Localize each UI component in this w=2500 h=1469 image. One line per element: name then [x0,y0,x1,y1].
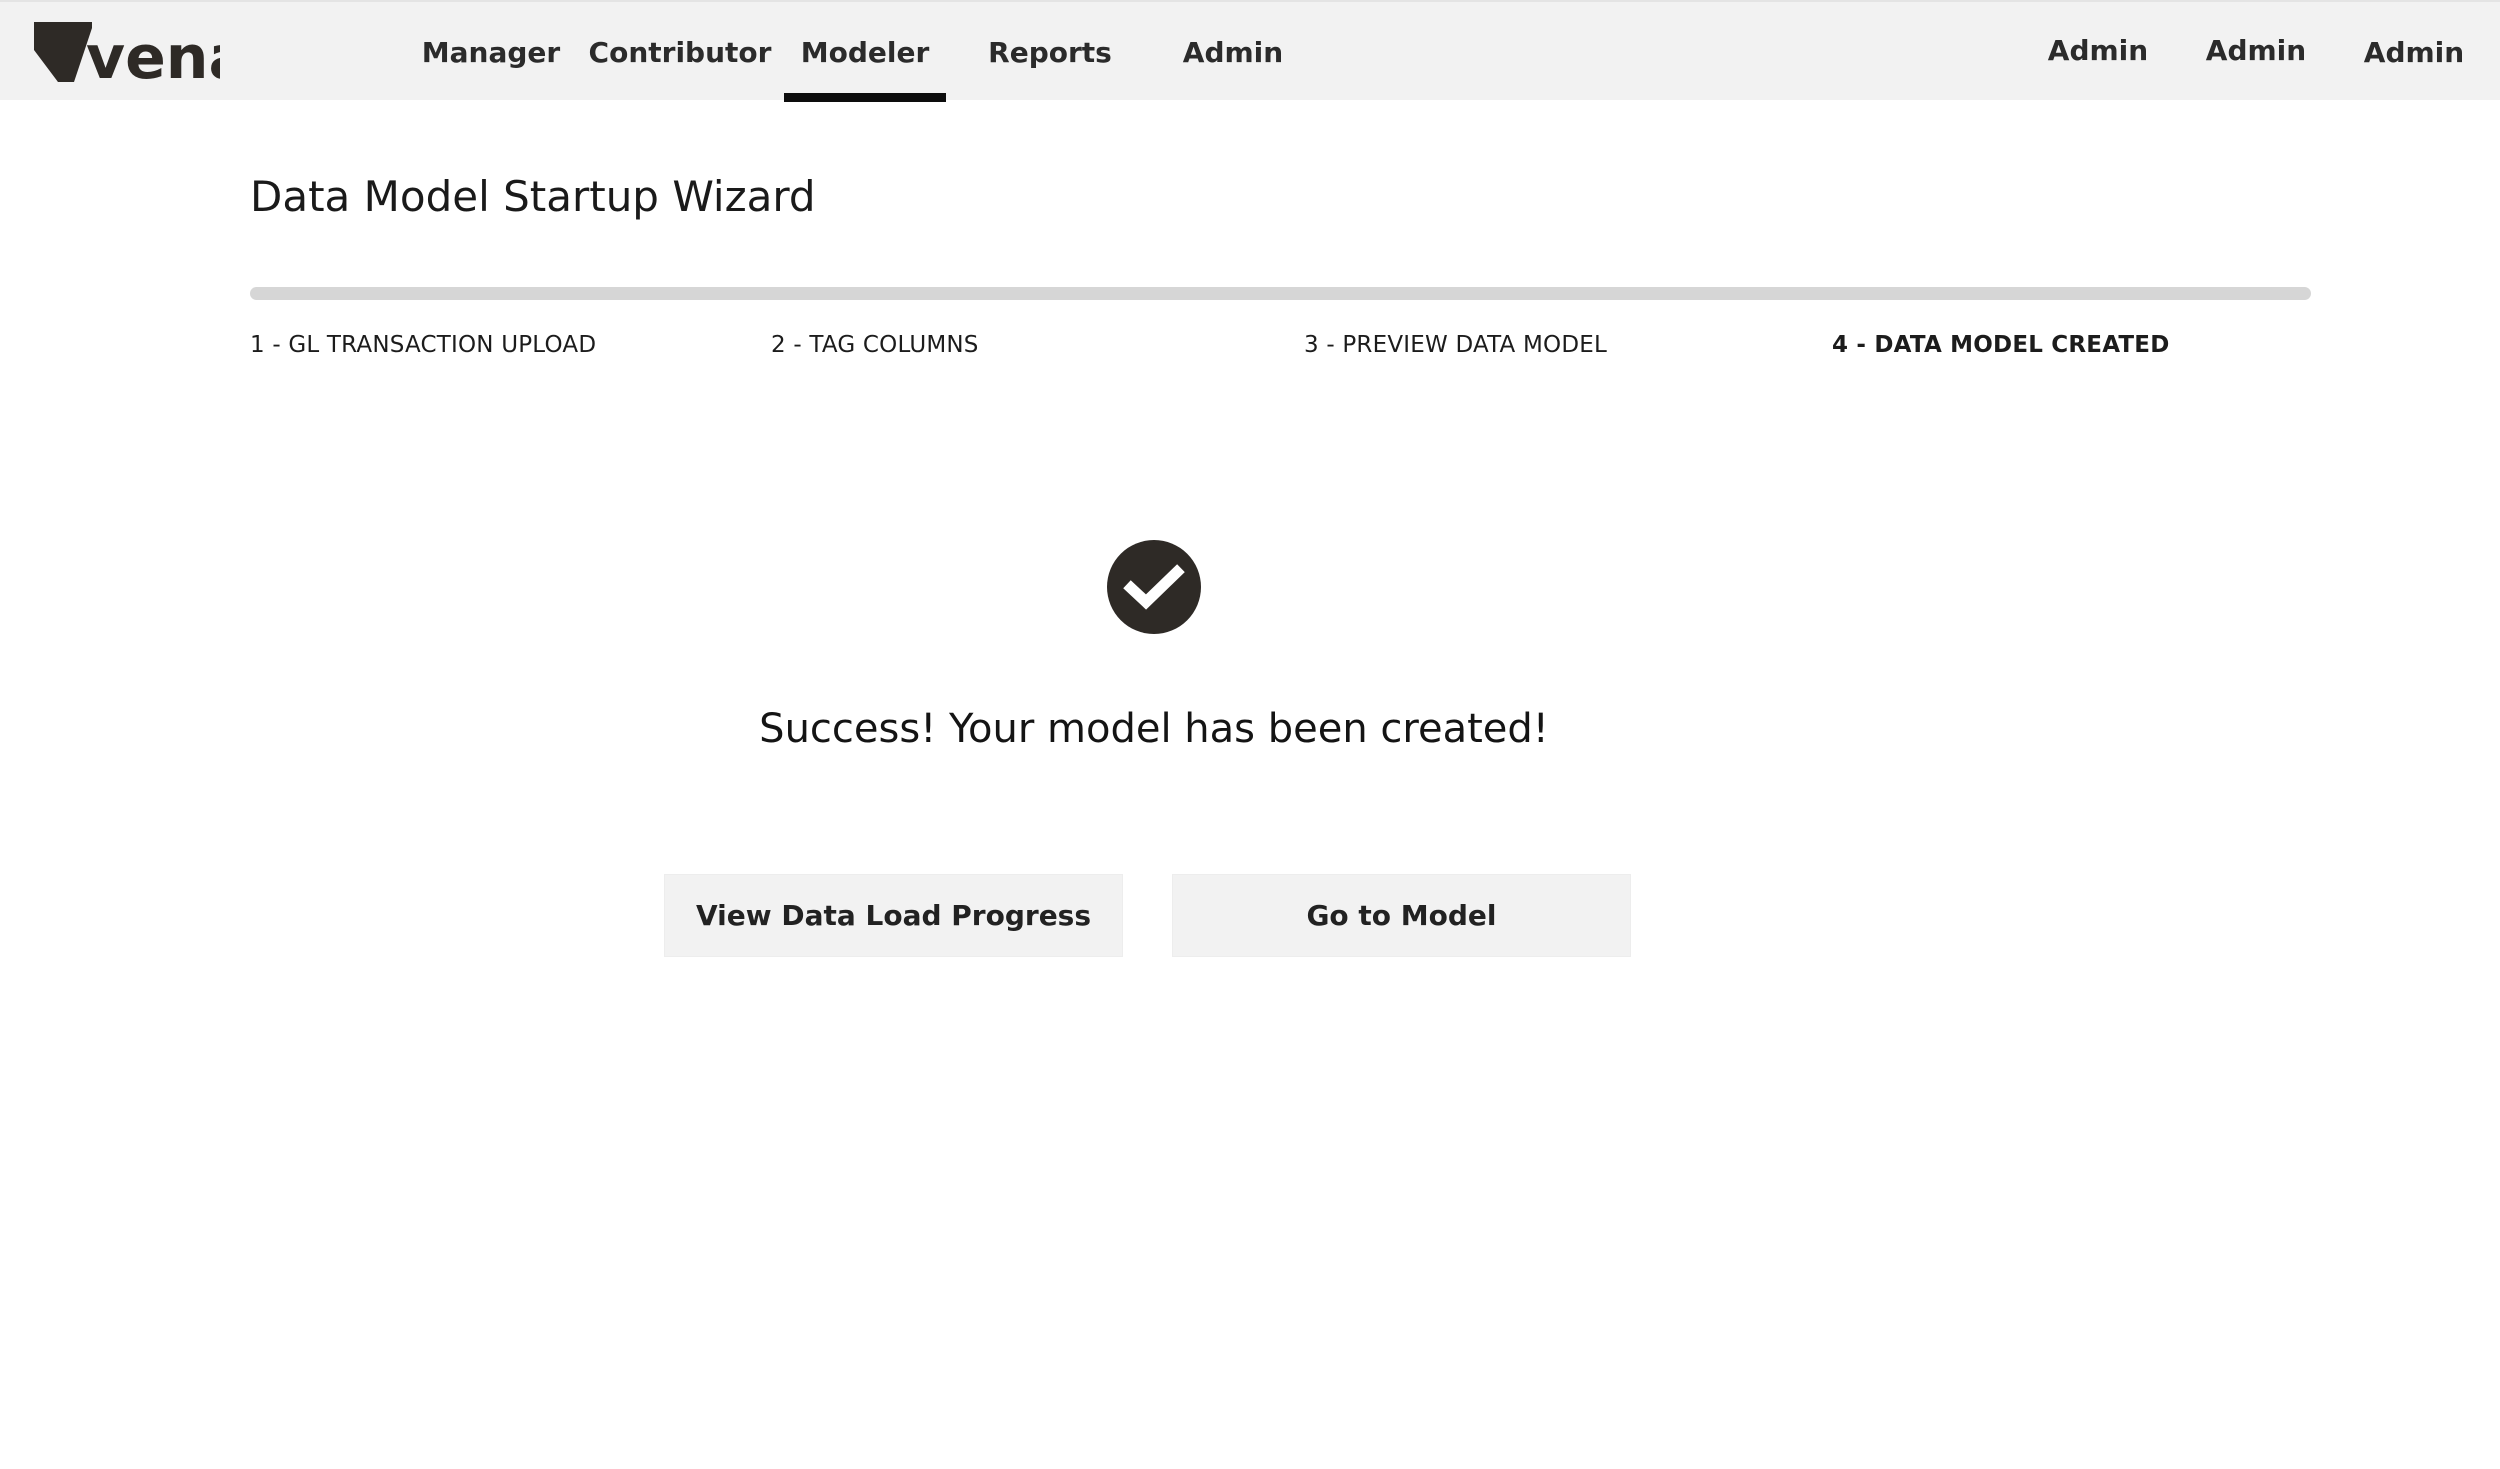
nav-label: Modeler [800,35,930,69]
nav-contributor[interactable]: Contributor [589,2,772,102]
vena-logo-icon: vena [34,22,220,84]
go-to-model-button[interactable]: Go to Model [1172,874,1631,957]
nav-right-admin-3[interactable]: Admin [2356,2,2472,102]
vena-logo[interactable]: vena [34,20,220,84]
nav-right-admin-2[interactable]: Admin [2198,0,2314,100]
nav-label: Admin [2363,35,2465,69]
nav-label: Manager [421,35,561,69]
check-circle-icon [1107,540,1201,634]
wizard-step-tag-columns: 2 - TAG COLUMNS [771,332,979,358]
page-title: Data Model Startup Wizard [250,172,816,221]
logo-wordmark: vena [86,23,220,84]
wizard-step-preview-data-model: 3 - PREVIEW DATA MODEL [1304,332,1608,358]
nav-manager[interactable]: Manager [420,2,562,102]
nav-label: Admin [2205,33,2307,67]
success-message: Success! Your model has been created! [759,706,1549,752]
nav-label: Admin [2047,33,2149,67]
nav-label: Reports [988,35,1112,69]
nav-label: Contributor [588,35,772,69]
wizard-progress-bar [250,287,2311,300]
nav-reports[interactable]: Reports [988,2,1112,102]
top-navigation-bar: vena Manager Contributor Modeler Reports… [0,0,2500,102]
wizard-step-gl-transaction-upload: 1 - GL TRANSACTION UPLOAD [250,332,597,358]
nav-right-admin-1[interactable]: Admin [2040,0,2156,100]
nav-admin[interactable]: Admin [1178,2,1288,102]
nav-label: Admin [1182,35,1284,69]
wizard-step-data-model-created: 4 - DATA MODEL CREATED [1832,332,2170,358]
view-data-load-progress-button[interactable]: View Data Load Progress [664,874,1123,957]
nav-modeler[interactable]: Modeler [784,2,946,102]
